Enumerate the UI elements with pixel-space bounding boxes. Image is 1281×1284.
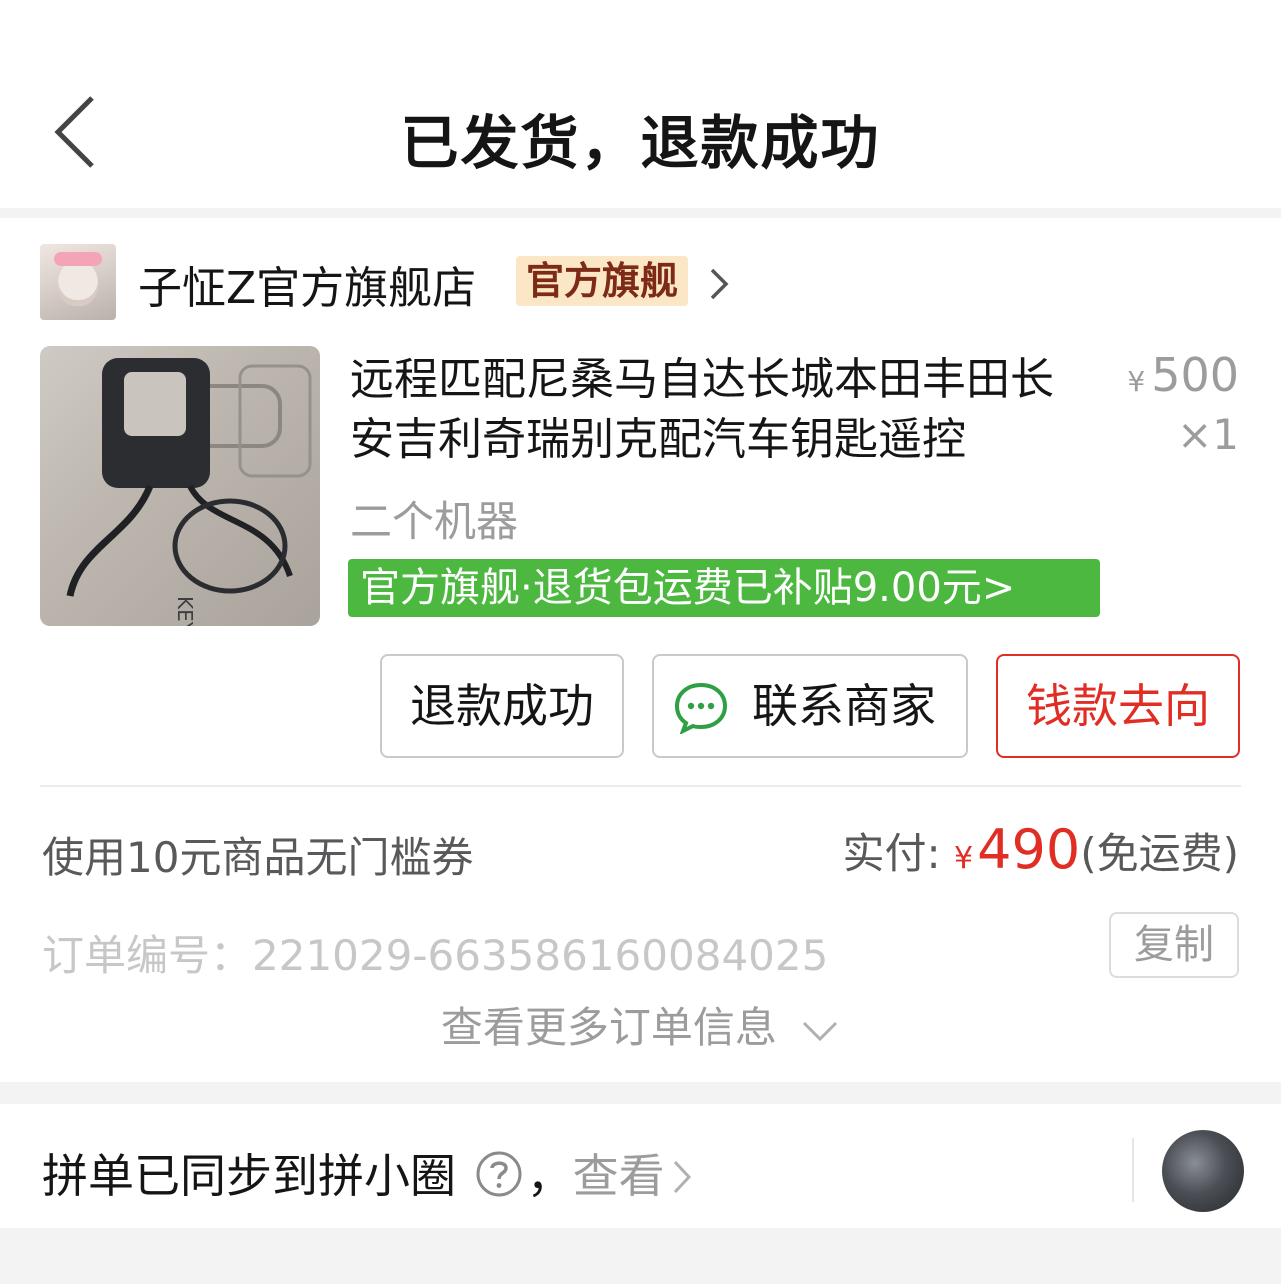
order-number-label: 订单编号：	[42, 931, 253, 980]
official-store-badge: 官方旗舰	[516, 256, 689, 306]
divider	[40, 785, 1241, 787]
shipping-note: (免运费)	[1080, 829, 1239, 878]
order-number: 订单编号：221029-663586160084025	[42, 922, 828, 983]
avatar[interactable]	[1162, 1130, 1244, 1212]
product-price: ¥500	[1127, 348, 1239, 402]
contact-seller-label: 联系商家	[752, 679, 936, 733]
group-sync-separator: ，	[526, 1149, 573, 1203]
group-sync-text: 拼单已同步到拼小圈 ，查看	[42, 1140, 693, 1206]
group-sync-label: 拼单已同步到拼小圈	[42, 1149, 456, 1203]
shop-avatar	[40, 244, 116, 320]
product-quantity: ×1	[1177, 410, 1239, 459]
page-title: 已发货，退款成功	[400, 109, 881, 177]
chevron-right-icon	[673, 1160, 691, 1194]
price-value: 500	[1151, 348, 1239, 402]
product-title[interactable]: 远程匹配尼桑马自达长城本田丰田长安吉利奇瑞别克配汽车钥匙遥控	[350, 350, 1090, 470]
shop-name: 子怔Z官方旗舰店	[138, 263, 477, 314]
svg-text:KEY TOOL: KEY TOOL	[173, 596, 197, 626]
chevron-down-icon	[803, 1021, 838, 1041]
question-circle-icon[interactable]	[475, 1150, 523, 1198]
more-order-info-toggle[interactable]: 查看更多订单信息	[0, 994, 1281, 1055]
shipping-tag-label: 官方旗舰·退货包运费已补贴9.00元	[360, 565, 982, 611]
paid-currency: ¥	[954, 841, 974, 876]
money-flow-button[interactable]: 钱款去向	[996, 654, 1240, 758]
copy-order-number-button[interactable]: 复制	[1109, 912, 1239, 978]
view-link-label: 查看	[572, 1149, 665, 1203]
chevron-right-icon	[710, 268, 729, 300]
group-sync-banner: 拼单已同步到拼小圈 ，查看	[0, 1104, 1281, 1228]
chevron-right-icon: >	[981, 565, 1016, 611]
paid-value: 490	[977, 818, 1081, 881]
view-link[interactable]: 查看	[573, 1149, 693, 1203]
product-image[interactable]: KEY TOOL	[40, 346, 320, 626]
order-number-value: 221029-663586160084025	[252, 931, 829, 980]
order-card: 子怔Z官方旗舰店 官方旗舰 KEY TOOL 远程匹配尼桑马自达长城本田丰田长安…	[0, 218, 1281, 1082]
paid-label: 实付:	[842, 829, 941, 878]
refund-success-button[interactable]: 退款成功	[380, 654, 624, 758]
paid-amount: ¥490	[954, 818, 1080, 881]
coupon-info: 使用10元商品无门槛券	[42, 833, 474, 882]
divider	[1132, 1138, 1134, 1202]
more-order-info-label: 查看更多订单信息	[440, 1003, 777, 1052]
paid-summary: 实付: ¥490(免运费)	[843, 818, 1239, 881]
contact-seller-button[interactable]: 联系商家	[652, 654, 968, 758]
return-shipping-subsidy-tag[interactable]: 官方旗舰·退货包运费已补贴9.00元>	[348, 559, 1100, 617]
chat-bubble-icon	[674, 682, 728, 734]
shop-row[interactable]: 子怔Z官方旗舰店 官方旗舰	[40, 244, 1241, 320]
price-currency: ¥	[1127, 365, 1146, 398]
product-spec: 二个机器	[350, 497, 519, 546]
top-nav-bar: 已发货，退款成功	[0, 0, 1281, 208]
